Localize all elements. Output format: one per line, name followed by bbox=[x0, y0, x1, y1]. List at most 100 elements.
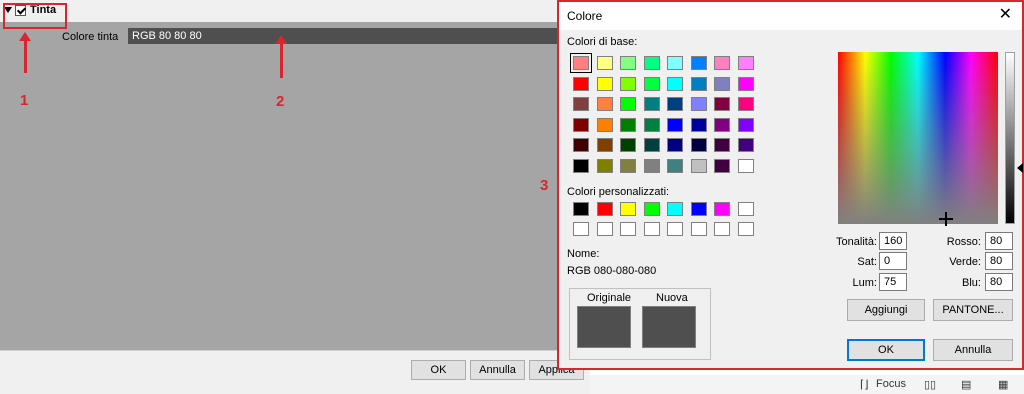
color-spectrum[interactable] bbox=[838, 52, 998, 224]
custom-color-swatch[interactable] bbox=[643, 222, 660, 236]
new-color-swatch bbox=[642, 306, 696, 348]
hue-input[interactable]: 160 bbox=[879, 232, 907, 250]
basic-color-swatch[interactable] bbox=[643, 97, 660, 111]
basic-color-swatch[interactable] bbox=[596, 56, 613, 70]
lum-input[interactable]: 75 bbox=[879, 273, 907, 291]
basic-color-swatch[interactable] bbox=[643, 158, 660, 173]
custom-color-swatch[interactable] bbox=[737, 222, 754, 236]
panel-ok-button[interactable]: OK bbox=[411, 360, 466, 380]
panel-cancel-button[interactable]: Annulla bbox=[470, 360, 525, 380]
custom-color-swatch[interactable] bbox=[714, 222, 730, 236]
basic-color-swatch[interactable] bbox=[620, 97, 636, 111]
basic-color-swatch[interactable] bbox=[620, 56, 636, 70]
custom-color-swatch[interactable] bbox=[714, 202, 730, 216]
custom-color-swatch[interactable] bbox=[596, 202, 613, 216]
annotation-arrow-1 bbox=[24, 40, 27, 73]
basic-color-swatch[interactable] bbox=[737, 117, 754, 132]
color-dialog: Colore ✕ Colori di base: Colori personal… bbox=[557, 0, 1024, 370]
sat-input[interactable]: 0 bbox=[879, 252, 907, 270]
basic-color-swatch[interactable] bbox=[714, 138, 730, 152]
blue-input[interactable]: 80 bbox=[985, 273, 1013, 291]
custom-color-swatch[interactable] bbox=[596, 222, 613, 236]
basic-color-swatch[interactable] bbox=[714, 97, 730, 111]
close-icon[interactable]: ✕ bbox=[999, 6, 1012, 24]
tinta-section-header[interactable]: Tinta bbox=[0, 0, 560, 22]
custom-color-swatch[interactable] bbox=[620, 222, 636, 236]
web-layout-icon[interactable]: ▦ bbox=[998, 378, 1008, 391]
basic-color-swatch[interactable] bbox=[620, 76, 636, 91]
basic-color-swatch[interactable] bbox=[570, 53, 592, 73]
custom-colors-label: Colori personalizzati: bbox=[567, 186, 670, 198]
basic-color-swatch[interactable] bbox=[690, 76, 707, 91]
basic-color-swatch[interactable] bbox=[667, 158, 683, 173]
custom-color-swatch[interactable] bbox=[620, 202, 636, 216]
basic-color-swatch[interactable] bbox=[643, 138, 660, 152]
basic-color-swatch[interactable] bbox=[737, 97, 754, 111]
print-layout-icon[interactable]: ▤ bbox=[961, 378, 971, 391]
basic-color-swatch[interactable] bbox=[596, 138, 613, 152]
basic-color-swatch[interactable] bbox=[667, 138, 683, 152]
basic-color-swatch[interactable] bbox=[596, 117, 613, 132]
basic-color-swatch[interactable] bbox=[690, 56, 707, 70]
lum-label: Lum: bbox=[852, 277, 877, 289]
blue-label: Blu: bbox=[962, 277, 981, 289]
custom-color-swatch[interactable] bbox=[667, 202, 683, 216]
dialog-ok-button[interactable]: OK bbox=[847, 339, 925, 361]
basic-color-swatch[interactable] bbox=[573, 158, 589, 173]
basic-color-swatch[interactable] bbox=[667, 56, 683, 70]
basic-color-swatch[interactable] bbox=[573, 97, 589, 111]
new-label: Nuova bbox=[656, 292, 688, 304]
basic-color-swatch[interactable] bbox=[643, 76, 660, 91]
red-input[interactable]: 80 bbox=[985, 232, 1013, 250]
pantone-button[interactable]: PANTONE... bbox=[933, 299, 1013, 321]
basic-color-swatch[interactable] bbox=[667, 117, 683, 132]
basic-color-swatch[interactable] bbox=[573, 76, 589, 91]
basic-color-swatch[interactable] bbox=[690, 117, 707, 132]
custom-color-swatch[interactable] bbox=[737, 202, 754, 216]
custom-color-swatch[interactable] bbox=[690, 222, 707, 236]
basic-color-swatch[interactable] bbox=[596, 158, 613, 173]
custom-color-swatch[interactable] bbox=[643, 202, 660, 216]
basic-color-swatch[interactable] bbox=[714, 56, 730, 70]
original-color-swatch bbox=[577, 306, 631, 348]
custom-color-swatch[interactable] bbox=[667, 222, 683, 236]
custom-color-swatch[interactable] bbox=[573, 222, 589, 236]
focus-icon[interactable]: ⌈⌋ bbox=[860, 378, 869, 391]
basic-color-swatch[interactable] bbox=[596, 76, 613, 91]
basic-color-swatch[interactable] bbox=[714, 76, 730, 91]
basic-color-swatch[interactable] bbox=[667, 76, 683, 91]
original-label: Originale bbox=[587, 292, 632, 304]
green-label: Verde: bbox=[949, 256, 981, 268]
luminosity-pointer-icon[interactable] bbox=[1017, 163, 1023, 173]
basic-color-swatch[interactable] bbox=[643, 117, 660, 132]
hue-label: Tonalità: bbox=[836, 236, 877, 248]
dialog-cancel-button[interactable]: Annulla bbox=[933, 339, 1013, 361]
custom-color-swatch[interactable] bbox=[573, 202, 589, 216]
basic-color-swatch[interactable] bbox=[690, 158, 707, 173]
basic-color-swatch[interactable] bbox=[737, 56, 754, 70]
basic-color-swatch[interactable] bbox=[643, 56, 660, 70]
read-mode-icon[interactable]: ▯▯ bbox=[924, 378, 936, 391]
custom-color-swatch[interactable] bbox=[690, 202, 707, 216]
focus-label[interactable]: Focus bbox=[876, 378, 906, 390]
basic-color-swatch[interactable] bbox=[596, 97, 613, 111]
spectrum-crosshair-icon[interactable] bbox=[945, 212, 947, 226]
add-color-button[interactable]: Aggiungi bbox=[847, 299, 925, 321]
dialog-titlebar[interactable]: Colore ✕ bbox=[559, 2, 1022, 30]
basic-color-swatch[interactable] bbox=[737, 158, 754, 173]
basic-color-swatch[interactable] bbox=[714, 117, 730, 132]
green-input[interactable]: 80 bbox=[985, 252, 1013, 270]
basic-color-swatch[interactable] bbox=[620, 117, 636, 132]
basic-color-swatch[interactable] bbox=[714, 158, 730, 173]
tint-color-field[interactable]: RGB 80 80 80 bbox=[128, 28, 568, 44]
basic-color-swatch[interactable] bbox=[573, 117, 589, 132]
basic-color-swatch[interactable] bbox=[620, 138, 636, 152]
basic-color-swatch[interactable] bbox=[620, 158, 636, 173]
basic-color-swatch[interactable] bbox=[690, 97, 707, 111]
basic-color-swatch[interactable] bbox=[737, 76, 754, 91]
basic-color-swatch[interactable] bbox=[573, 138, 589, 152]
basic-color-swatch[interactable] bbox=[690, 138, 707, 152]
basic-color-swatch[interactable] bbox=[737, 138, 754, 152]
basic-color-swatch[interactable] bbox=[667, 97, 683, 111]
luminosity-slider[interactable] bbox=[1005, 52, 1015, 224]
